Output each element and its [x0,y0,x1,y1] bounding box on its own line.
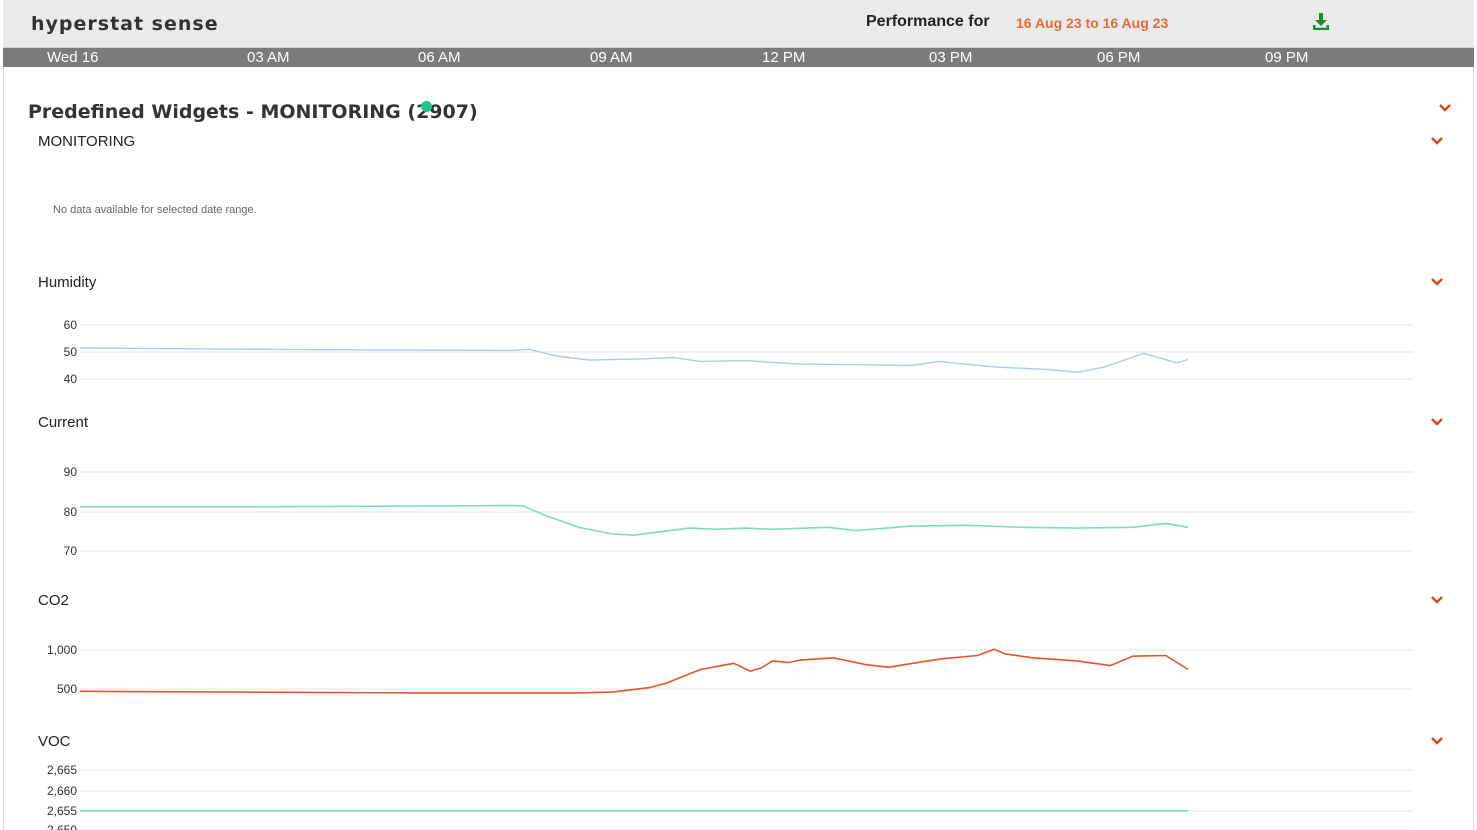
undefined-series-line [80,504,1189,537]
y-tick-label: 50 [64,345,78,359]
y-tick-label: 90 [64,465,78,479]
y-tick-label: 80 [64,505,78,519]
y-tick-label: 40 [64,372,78,386]
y-tick-label: 2,650 [47,823,77,830]
y-tick-label: 2,660 [47,784,77,798]
y-tick-label: 70 [64,544,78,558]
undefined-series-line [79,648,1189,694]
y-tick-label: 2,665 [47,763,77,777]
y-tick-label: 60 [64,318,78,332]
charts-layer: 60 50 40 90 80 70 1,000 500 2,665 2,660 2,655 2,650 [47,318,1413,830]
y-tick-label: 2,655 [47,804,77,818]
y-tick-label: 1,000 [47,643,77,657]
y-tick-label: 500 [57,682,77,696]
